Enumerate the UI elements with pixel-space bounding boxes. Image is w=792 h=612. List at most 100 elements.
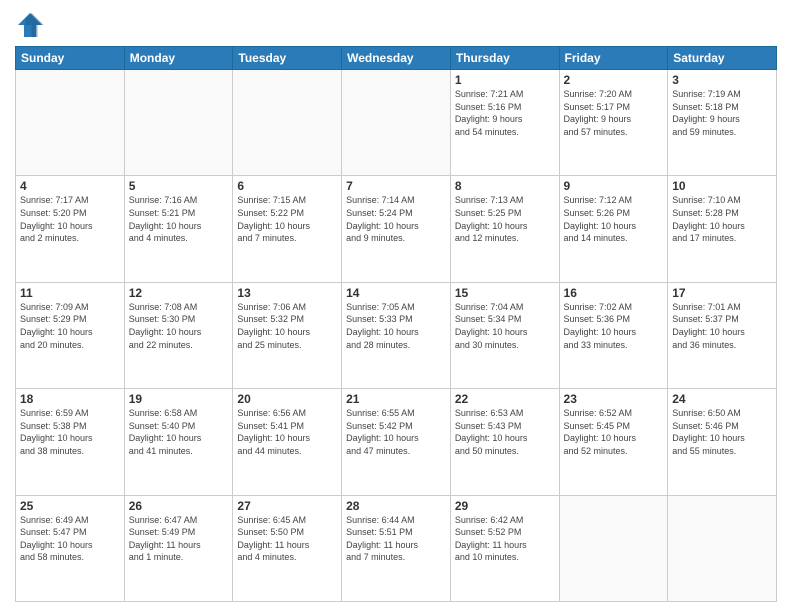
day-number: 27 bbox=[237, 499, 337, 513]
day-number: 25 bbox=[20, 499, 120, 513]
day-number: 17 bbox=[672, 286, 772, 300]
day-number: 24 bbox=[672, 392, 772, 406]
day-number: 26 bbox=[129, 499, 229, 513]
day-info: Sunrise: 6:44 AM Sunset: 5:51 PM Dayligh… bbox=[346, 514, 446, 564]
calendar-week-1: 1Sunrise: 7:21 AM Sunset: 5:16 PM Daylig… bbox=[16, 70, 777, 176]
day-info: Sunrise: 7:14 AM Sunset: 5:24 PM Dayligh… bbox=[346, 194, 446, 244]
day-number: 9 bbox=[564, 179, 664, 193]
day-info: Sunrise: 6:52 AM Sunset: 5:45 PM Dayligh… bbox=[564, 407, 664, 457]
day-number: 28 bbox=[346, 499, 446, 513]
calendar-cell: 22Sunrise: 6:53 AM Sunset: 5:43 PM Dayli… bbox=[450, 389, 559, 495]
day-number: 6 bbox=[237, 179, 337, 193]
day-info: Sunrise: 7:05 AM Sunset: 5:33 PM Dayligh… bbox=[346, 301, 446, 351]
day-number: 19 bbox=[129, 392, 229, 406]
day-number: 16 bbox=[564, 286, 664, 300]
calendar-cell: 25Sunrise: 6:49 AM Sunset: 5:47 PM Dayli… bbox=[16, 495, 125, 601]
day-number: 7 bbox=[346, 179, 446, 193]
day-info: Sunrise: 6:53 AM Sunset: 5:43 PM Dayligh… bbox=[455, 407, 555, 457]
weekday-header-friday: Friday bbox=[559, 47, 668, 70]
calendar-table: SundayMondayTuesdayWednesdayThursdayFrid… bbox=[15, 46, 777, 602]
calendar-cell: 4Sunrise: 7:17 AM Sunset: 5:20 PM Daylig… bbox=[16, 176, 125, 282]
header bbox=[15, 10, 777, 40]
day-number: 12 bbox=[129, 286, 229, 300]
day-info: Sunrise: 7:17 AM Sunset: 5:20 PM Dayligh… bbox=[20, 194, 120, 244]
day-info: Sunrise: 7:20 AM Sunset: 5:17 PM Dayligh… bbox=[564, 88, 664, 138]
calendar-cell bbox=[559, 495, 668, 601]
calendar-cell bbox=[668, 495, 777, 601]
day-info: Sunrise: 7:16 AM Sunset: 5:21 PM Dayligh… bbox=[129, 194, 229, 244]
calendar-cell: 28Sunrise: 6:44 AM Sunset: 5:51 PM Dayli… bbox=[342, 495, 451, 601]
day-number: 11 bbox=[20, 286, 120, 300]
day-info: Sunrise: 7:02 AM Sunset: 5:36 PM Dayligh… bbox=[564, 301, 664, 351]
day-info: Sunrise: 7:09 AM Sunset: 5:29 PM Dayligh… bbox=[20, 301, 120, 351]
day-number: 23 bbox=[564, 392, 664, 406]
calendar-cell: 8Sunrise: 7:13 AM Sunset: 5:25 PM Daylig… bbox=[450, 176, 559, 282]
calendar-cell: 16Sunrise: 7:02 AM Sunset: 5:36 PM Dayli… bbox=[559, 282, 668, 388]
day-info: Sunrise: 7:21 AM Sunset: 5:16 PM Dayligh… bbox=[455, 88, 555, 138]
day-info: Sunrise: 6:49 AM Sunset: 5:47 PM Dayligh… bbox=[20, 514, 120, 564]
calendar-week-4: 18Sunrise: 6:59 AM Sunset: 5:38 PM Dayli… bbox=[16, 389, 777, 495]
calendar-cell bbox=[233, 70, 342, 176]
day-info: Sunrise: 7:15 AM Sunset: 5:22 PM Dayligh… bbox=[237, 194, 337, 244]
logo bbox=[15, 10, 49, 40]
calendar-cell: 17Sunrise: 7:01 AM Sunset: 5:37 PM Dayli… bbox=[668, 282, 777, 388]
day-number: 4 bbox=[20, 179, 120, 193]
day-info: Sunrise: 6:50 AM Sunset: 5:46 PM Dayligh… bbox=[672, 407, 772, 457]
weekday-header-sunday: Sunday bbox=[16, 47, 125, 70]
weekday-header-thursday: Thursday bbox=[450, 47, 559, 70]
calendar-cell: 11Sunrise: 7:09 AM Sunset: 5:29 PM Dayli… bbox=[16, 282, 125, 388]
calendar-cell: 24Sunrise: 6:50 AM Sunset: 5:46 PM Dayli… bbox=[668, 389, 777, 495]
calendar-cell: 20Sunrise: 6:56 AM Sunset: 5:41 PM Dayli… bbox=[233, 389, 342, 495]
day-info: Sunrise: 6:55 AM Sunset: 5:42 PM Dayligh… bbox=[346, 407, 446, 457]
weekday-header-wednesday: Wednesday bbox=[342, 47, 451, 70]
day-info: Sunrise: 6:59 AM Sunset: 5:38 PM Dayligh… bbox=[20, 407, 120, 457]
day-info: Sunrise: 7:19 AM Sunset: 5:18 PM Dayligh… bbox=[672, 88, 772, 138]
day-number: 10 bbox=[672, 179, 772, 193]
weekday-header-monday: Monday bbox=[124, 47, 233, 70]
day-number: 15 bbox=[455, 286, 555, 300]
day-number: 2 bbox=[564, 73, 664, 87]
day-info: Sunrise: 7:08 AM Sunset: 5:30 PM Dayligh… bbox=[129, 301, 229, 351]
day-number: 18 bbox=[20, 392, 120, 406]
calendar-cell: 9Sunrise: 7:12 AM Sunset: 5:26 PM Daylig… bbox=[559, 176, 668, 282]
day-info: Sunrise: 6:42 AM Sunset: 5:52 PM Dayligh… bbox=[455, 514, 555, 564]
calendar-cell bbox=[342, 70, 451, 176]
day-number: 1 bbox=[455, 73, 555, 87]
day-number: 8 bbox=[455, 179, 555, 193]
day-info: Sunrise: 7:13 AM Sunset: 5:25 PM Dayligh… bbox=[455, 194, 555, 244]
weekday-header-tuesday: Tuesday bbox=[233, 47, 342, 70]
calendar-cell: 5Sunrise: 7:16 AM Sunset: 5:21 PM Daylig… bbox=[124, 176, 233, 282]
day-number: 29 bbox=[455, 499, 555, 513]
calendar-cell: 29Sunrise: 6:42 AM Sunset: 5:52 PM Dayli… bbox=[450, 495, 559, 601]
calendar-cell: 13Sunrise: 7:06 AM Sunset: 5:32 PM Dayli… bbox=[233, 282, 342, 388]
day-number: 5 bbox=[129, 179, 229, 193]
calendar-cell: 23Sunrise: 6:52 AM Sunset: 5:45 PM Dayli… bbox=[559, 389, 668, 495]
logo-icon bbox=[15, 10, 45, 40]
day-info: Sunrise: 7:12 AM Sunset: 5:26 PM Dayligh… bbox=[564, 194, 664, 244]
day-number: 13 bbox=[237, 286, 337, 300]
day-info: Sunrise: 6:45 AM Sunset: 5:50 PM Dayligh… bbox=[237, 514, 337, 564]
calendar-cell: 7Sunrise: 7:14 AM Sunset: 5:24 PM Daylig… bbox=[342, 176, 451, 282]
calendar-week-3: 11Sunrise: 7:09 AM Sunset: 5:29 PM Dayli… bbox=[16, 282, 777, 388]
day-info: Sunrise: 7:04 AM Sunset: 5:34 PM Dayligh… bbox=[455, 301, 555, 351]
calendar-cell: 27Sunrise: 6:45 AM Sunset: 5:50 PM Dayli… bbox=[233, 495, 342, 601]
day-number: 21 bbox=[346, 392, 446, 406]
day-number: 3 bbox=[672, 73, 772, 87]
day-number: 14 bbox=[346, 286, 446, 300]
calendar-cell bbox=[124, 70, 233, 176]
day-info: Sunrise: 7:10 AM Sunset: 5:28 PM Dayligh… bbox=[672, 194, 772, 244]
calendar-cell: 6Sunrise: 7:15 AM Sunset: 5:22 PM Daylig… bbox=[233, 176, 342, 282]
calendar-cell: 1Sunrise: 7:21 AM Sunset: 5:16 PM Daylig… bbox=[450, 70, 559, 176]
calendar-cell: 19Sunrise: 6:58 AM Sunset: 5:40 PM Dayli… bbox=[124, 389, 233, 495]
day-info: Sunrise: 6:58 AM Sunset: 5:40 PM Dayligh… bbox=[129, 407, 229, 457]
calendar-cell: 18Sunrise: 6:59 AM Sunset: 5:38 PM Dayli… bbox=[16, 389, 125, 495]
calendar-cell: 21Sunrise: 6:55 AM Sunset: 5:42 PM Dayli… bbox=[342, 389, 451, 495]
calendar-cell: 15Sunrise: 7:04 AM Sunset: 5:34 PM Dayli… bbox=[450, 282, 559, 388]
calendar-cell bbox=[16, 70, 125, 176]
page: SundayMondayTuesdayWednesdayThursdayFrid… bbox=[0, 0, 792, 612]
calendar-cell: 26Sunrise: 6:47 AM Sunset: 5:49 PM Dayli… bbox=[124, 495, 233, 601]
calendar-cell: 10Sunrise: 7:10 AM Sunset: 5:28 PM Dayli… bbox=[668, 176, 777, 282]
calendar-cell: 14Sunrise: 7:05 AM Sunset: 5:33 PM Dayli… bbox=[342, 282, 451, 388]
calendar-week-5: 25Sunrise: 6:49 AM Sunset: 5:47 PM Dayli… bbox=[16, 495, 777, 601]
day-number: 20 bbox=[237, 392, 337, 406]
